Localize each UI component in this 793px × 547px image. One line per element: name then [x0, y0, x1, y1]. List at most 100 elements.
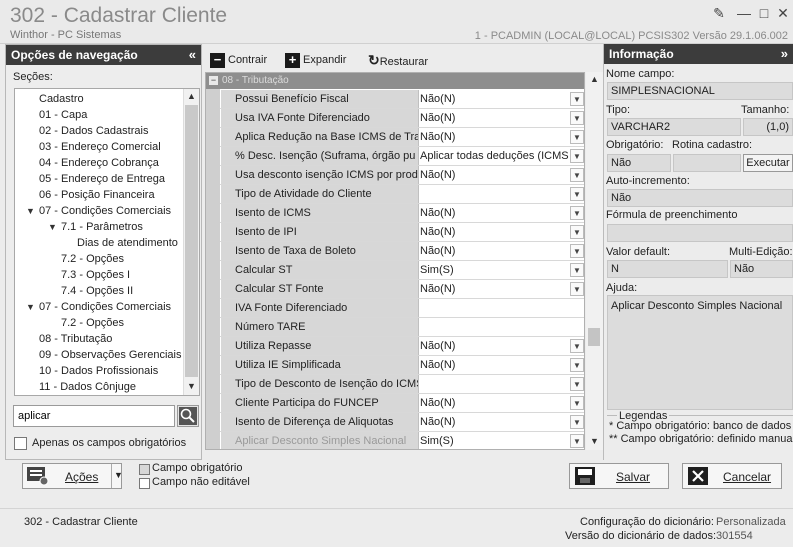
dropdown-arrow-icon[interactable]: ▼: [570, 225, 584, 239]
grid-row-value[interactable]: Aplicar todas deduções (ICMS e ▼: [418, 147, 584, 165]
grid-row-value[interactable]: Não(N) ▼: [418, 242, 584, 260]
tree-expand-icon[interactable]: ▼: [26, 299, 36, 315]
tree-item[interactable]: 10 - Dados Profissionais: [39, 363, 158, 379]
grid-row-value[interactable]: [418, 299, 584, 317]
dropdown-arrow-icon[interactable]: ▼: [570, 92, 584, 106]
group-collapse-icon[interactable]: −: [209, 76, 218, 85]
tree-item[interactable]: 7.4 - Opções II: [61, 283, 133, 299]
grid-row[interactable]: % Desc. Isenção (Suframa, órgão pu Aplica…: [220, 147, 584, 166]
tree-item[interactable]: 04 - Endereço Cobrança: [39, 155, 159, 171]
grid-scroll-thumb[interactable]: [588, 328, 600, 346]
tree-item[interactable]: 7.2 - Opções: [61, 315, 124, 331]
scroll-down-icon[interactable]: ▼: [184, 379, 199, 394]
tree-expand-icon[interactable]: ▼: [48, 219, 58, 235]
grid-row-value[interactable]: [418, 318, 584, 336]
tree-item[interactable]: Cadastro: [39, 91, 84, 107]
maximize-icon[interactable]: □: [755, 4, 773, 22]
dropdown-arrow-icon[interactable]: ▼: [570, 130, 584, 144]
grid-row[interactable]: Cliente Participa do FUNCEP Não(N) ▼: [220, 394, 584, 413]
dropdown-arrow-icon[interactable]: ▼: [570, 168, 584, 182]
execute-button[interactable]: Executar: [743, 154, 793, 172]
grid-row-value[interactable]: Sim(S) ▼: [418, 261, 584, 279]
tree-item[interactable]: 09 - Observações Gerenciais: [39, 347, 181, 363]
dropdown-arrow-icon[interactable]: ▼: [570, 206, 584, 220]
dropdown-arrow-icon[interactable]: ▼: [570, 187, 584, 201]
sections-tree[interactable]: Cadastro 01 - Capa 02 - Dados Cadastrais 03…: [14, 88, 200, 396]
save-button[interactable]: Salvar: [569, 463, 669, 489]
search-button[interactable]: [177, 405, 199, 427]
tree-item[interactable]: 11 - Dados Cônjuge: [39, 379, 136, 395]
grid-row-value[interactable]: Sim(S) ▼: [418, 432, 584, 449]
grid-row[interactable]: Usa desconto isenção ICMS por produ Não(N…: [220, 166, 584, 185]
grid-row[interactable]: Isento de ICMS Não(N) ▼: [220, 204, 584, 223]
grid-row-value[interactable]: Não(N) ▼: [418, 109, 584, 127]
required-only-checkbox[interactable]: [14, 437, 27, 450]
tree-item[interactable]: 08 - Tributação: [39, 331, 112, 347]
grid-row[interactable]: Usa IVA Fonte Diferenciado Não(N) ▼: [220, 109, 584, 128]
dropdown-arrow-icon[interactable]: ▼: [570, 358, 584, 372]
dropdown-arrow-icon[interactable]: ▼: [570, 244, 584, 258]
grid-row[interactable]: Utiliza IE Simplificada Não(N) ▼: [220, 356, 584, 375]
grid-row[interactable]: Isento de IPI Não(N) ▼: [220, 223, 584, 242]
search-input[interactable]: [13, 405, 175, 427]
tree-item[interactable]: 7.2 - Opções: [61, 251, 124, 267]
dropdown-arrow-icon[interactable]: ▼: [570, 396, 584, 410]
scroll-up-icon[interactable]: ▲: [184, 89, 199, 104]
grid-row[interactable]: Isento de Taxa de Boleto Não(N) ▼: [220, 242, 584, 261]
grid-row[interactable]: Utiliza Repasse Não(N) ▼: [220, 337, 584, 356]
close-icon[interactable]: ✕: [774, 4, 792, 22]
grid-scroll-up-icon[interactable]: ▲: [587, 72, 602, 87]
tree-item[interactable]: 02 - Dados Cadastrais: [39, 123, 148, 139]
dropdown-arrow-icon[interactable]: ▼: [570, 263, 584, 277]
grid-row-value[interactable]: Não(N) ▼: [418, 394, 584, 412]
dropdown-arrow-icon[interactable]: ▼: [570, 111, 584, 125]
tree-item[interactable]: 7.3 - Opções I: [61, 267, 130, 283]
group-header[interactable]: − 08 - Tributação: [206, 73, 584, 89]
tree-item[interactable]: 01 - Capa: [39, 107, 87, 123]
grid-row-value[interactable]: Não(N) ▼: [418, 356, 584, 374]
tree-item[interactable]: 03 - Endereço Comercial: [39, 139, 161, 155]
grid-row-value[interactable]: Não(N) ▼: [418, 204, 584, 222]
grid-row-value[interactable]: Não(N) ▼: [418, 223, 584, 241]
dropdown-arrow-icon[interactable]: ▼: [570, 339, 584, 353]
grid-row[interactable]: IVA Fonte Diferenciado: [220, 299, 584, 318]
expand-button[interactable]: + Expandir: [285, 51, 346, 69]
tree-item[interactable]: Dias de atendimento: [77, 235, 178, 251]
tree-expand-icon[interactable]: ▼: [26, 203, 36, 219]
grid-scrollbar[interactable]: ▲ ▼: [586, 72, 603, 450]
property-grid[interactable]: − 08 - Tributação Possui Benefício Fisca…: [205, 72, 585, 450]
dropdown-arrow-icon[interactable]: ▼: [570, 415, 584, 429]
collapse-nav-icon[interactable]: «: [189, 45, 196, 65]
dropdown-arrow-icon[interactable]: ▼: [570, 434, 584, 448]
tree-item[interactable]: ▼ 07 - Condições Comerciais: [26, 299, 171, 315]
grid-row-value[interactable]: Não(N) ▼: [418, 337, 584, 355]
grid-row[interactable]: Número TARE: [220, 318, 584, 337]
tree-item[interactable]: 05 - Endereço de Entrega: [39, 171, 165, 187]
grid-row-value[interactable]: Não(N) ▼: [418, 413, 584, 431]
grid-row[interactable]: Isento de Diferença de Aliquotas Não(N) ▼: [220, 413, 584, 432]
grid-row-value[interactable]: Não(N) ▼: [418, 280, 584, 298]
grid-row-value[interactable]: Não(N) ▼: [418, 166, 584, 184]
collapse-button[interactable]: − Contrair: [210, 51, 267, 69]
grid-row[interactable]: Aplica Redução na Base ICMS de Tran Não(N…: [220, 128, 584, 147]
tree-item[interactable]: ▼ 07 - Condições Comerciais: [26, 203, 171, 219]
tree-scroll-thumb[interactable]: [185, 105, 198, 377]
collapse-info-icon[interactable]: »: [781, 44, 788, 64]
actions-button[interactable]: Ações ▼: [22, 463, 123, 489]
grid-row[interactable]: Tipo de Atividade do Cliente ▼: [220, 185, 584, 204]
dropdown-arrow-icon[interactable]: ▼: [570, 149, 584, 163]
edit-window-icon[interactable]: ✎: [710, 4, 728, 22]
grid-row-value[interactable]: ▼: [418, 185, 584, 203]
restore-button[interactable]: ↻Restaurar: [368, 51, 428, 69]
grid-row[interactable]: Aplicar Desconto Simples Nacional Sim(S) ▼: [220, 432, 584, 449]
tree-item[interactable]: ▼ 7.1 - Parâmetros: [48, 219, 143, 235]
grid-row[interactable]: Possui Benefício Fiscal Não(N) ▼: [220, 90, 584, 109]
dropdown-arrow-icon[interactable]: ▼: [570, 282, 584, 296]
grid-row[interactable]: Tipo de Desconto de Isenção do ICMS ▼: [220, 375, 584, 394]
minimize-icon[interactable]: —: [735, 4, 753, 22]
grid-scroll-down-icon[interactable]: ▼: [587, 434, 602, 449]
grid-row-value[interactable]: Não(N) ▼: [418, 128, 584, 146]
tree-scrollbar[interactable]: ▲ ▼: [183, 89, 199, 395]
grid-row[interactable]: Calcular ST Fonte Não(N) ▼: [220, 280, 584, 299]
cancel-button[interactable]: Cancelar: [682, 463, 782, 489]
